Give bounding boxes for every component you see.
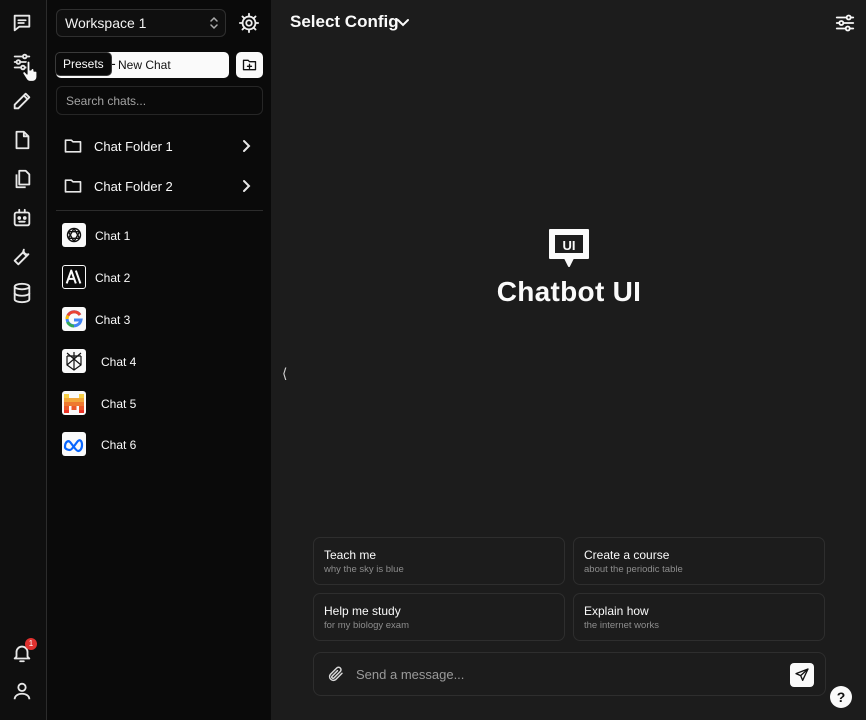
workspace-settings-icon[interactable] bbox=[238, 12, 260, 34]
sidebar: Workspace 1 + New Chat Presets Chat Fold… bbox=[47, 0, 271, 720]
chevron-right-icon bbox=[239, 139, 253, 153]
chat-item[interactable]: Chat 6 bbox=[55, 428, 263, 460]
notification-badge: 1 bbox=[25, 638, 37, 650]
meta-icon bbox=[62, 432, 86, 456]
folder-label: Chat Folder 2 bbox=[94, 179, 173, 194]
divider bbox=[56, 210, 263, 211]
main-panel: Select Config UI Chatbot UI ⟨ Teach me w… bbox=[272, 0, 866, 720]
suggestion-title: Explain how bbox=[584, 604, 649, 618]
search-chats-input[interactable] bbox=[56, 86, 263, 115]
suggestion-card[interactable]: Explain how the internet works bbox=[573, 593, 825, 641]
chat-item[interactable]: Chat 5 bbox=[55, 387, 263, 419]
folder-item[interactable]: Chat Folder 1 bbox=[55, 129, 263, 163]
send-icon bbox=[795, 668, 809, 681]
chat-item[interactable]: Chat 1 bbox=[55, 219, 263, 251]
suggestion-title: Help me study bbox=[324, 604, 401, 618]
folder-label: Chat Folder 1 bbox=[94, 139, 173, 154]
icon-rail: 1 bbox=[0, 0, 47, 720]
collections-icon[interactable] bbox=[11, 168, 33, 190]
chevron-down-icon[interactable] bbox=[396, 15, 410, 29]
chevron-right-icon bbox=[239, 179, 253, 193]
google-icon bbox=[62, 307, 86, 331]
suggestion-subtitle: the internet works bbox=[584, 620, 659, 631]
suggestion-card[interactable]: Teach me why the sky is blue bbox=[313, 537, 565, 585]
chat-item[interactable]: Chat 3 bbox=[55, 303, 263, 335]
chatbot-logo-icon: UI bbox=[546, 226, 592, 272]
models-icon[interactable] bbox=[11, 282, 33, 304]
new-folder-button[interactable] bbox=[236, 52, 263, 78]
suggestion-subtitle: about the periodic table bbox=[584, 564, 683, 575]
tools-icon[interactable] bbox=[11, 246, 33, 268]
chat-settings-icon[interactable] bbox=[834, 12, 856, 34]
suggestion-title: Teach me bbox=[324, 548, 377, 562]
select-config-dropdown[interactable]: Select Config bbox=[290, 12, 399, 32]
message-composer bbox=[313, 652, 826, 696]
paperclip-icon[interactable] bbox=[327, 665, 345, 683]
brand-title: Chatbot UI bbox=[496, 276, 642, 307]
new-chat-label: New Chat bbox=[118, 58, 171, 72]
suggestion-subtitle: for my biology exam bbox=[324, 620, 410, 631]
suggestion-title: Create a course bbox=[584, 548, 670, 562]
message-input[interactable] bbox=[356, 661, 776, 687]
perplexity-icon bbox=[62, 349, 86, 373]
mistral-icon bbox=[62, 391, 86, 415]
chat-label: Chat 4 bbox=[101, 355, 137, 369]
chat-item[interactable]: Chat 2 bbox=[55, 261, 263, 293]
suggestion-card[interactable]: Create a course about the periodic table bbox=[573, 537, 825, 585]
openai-icon bbox=[62, 223, 86, 247]
assistants-icon[interactable] bbox=[11, 207, 33, 229]
suggestion-subtitle: why the sky is blue bbox=[324, 564, 404, 575]
suggestion-card[interactable]: Help me study for my biology exam bbox=[313, 593, 565, 641]
profile-icon[interactable] bbox=[11, 680, 33, 702]
hand-cursor-icon bbox=[22, 60, 38, 82]
chat-label: Chat 1 bbox=[95, 229, 131, 243]
logo-badge-text: UI bbox=[563, 238, 576, 253]
folder-icon bbox=[63, 176, 83, 196]
help-button[interactable]: ? bbox=[830, 686, 852, 708]
anthropic-icon bbox=[62, 265, 86, 289]
send-button[interactable] bbox=[790, 663, 814, 687]
folder-plus-icon bbox=[242, 59, 257, 71]
chat-label: Chat 6 bbox=[101, 438, 137, 452]
chat-item[interactable]: Chat 4 bbox=[55, 345, 263, 377]
folder-item[interactable]: Chat Folder 2 bbox=[55, 169, 263, 203]
workspace-label: Workspace 1 bbox=[65, 15, 147, 31]
chat-label: Chat 2 bbox=[95, 271, 131, 285]
chat-label: Chat 5 bbox=[101, 397, 137, 411]
folder-icon bbox=[63, 136, 83, 156]
collapse-sidebar-handle[interactable]: ⟨ bbox=[282, 365, 287, 382]
prompts-icon[interactable] bbox=[11, 90, 33, 112]
presets-tooltip: Presets bbox=[55, 52, 112, 76]
chat-icon[interactable] bbox=[11, 12, 33, 34]
chevrons-up-down-icon bbox=[209, 16, 219, 30]
chat-label: Chat 3 bbox=[95, 313, 131, 327]
files-icon[interactable] bbox=[11, 129, 33, 151]
workspace-select[interactable]: Workspace 1 bbox=[56, 9, 226, 37]
